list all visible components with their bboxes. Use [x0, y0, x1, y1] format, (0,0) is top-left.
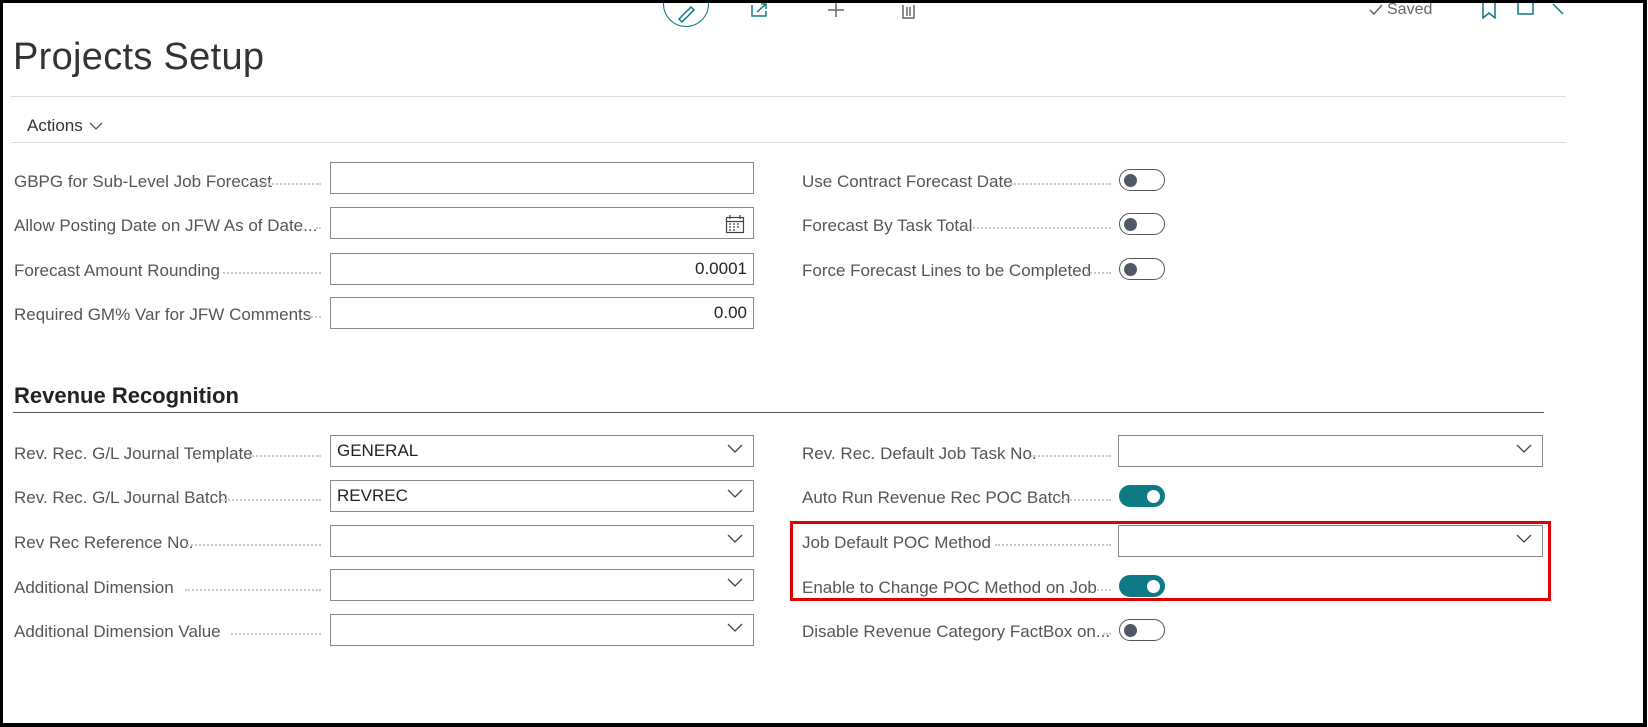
- field-label-additional-dimension-value: Additional Dimension Value: [14, 622, 221, 641]
- bookmark-icon[interactable]: [1481, 3, 1497, 19]
- add-icon[interactable]: [825, 3, 847, 19]
- field-label-allow-posting-date: Allow Posting Date on JFW As of Date...: [14, 216, 318, 235]
- auto-run-revenue-rec-poc-batch-toggle[interactable]: [1119, 485, 1165, 507]
- chevron-down-icon[interactable]: [727, 578, 743, 588]
- field-label-rev-rec-reference-no: Rev Rec Reference No.: [14, 533, 194, 552]
- field-label-auto-run-revenue-rec-poc-batch: Auto Run Revenue Rec POC Batch: [802, 488, 1071, 507]
- page-frame: Saved Projects Setup Actions GBPG for Su…: [0, 0, 1647, 727]
- toggle-knob: [1124, 218, 1137, 231]
- additional-dimension-value-select[interactable]: [330, 614, 754, 646]
- forecast-amount-rounding-value: 0.0001: [695, 259, 747, 278]
- calendar-icon[interactable]: [725, 214, 745, 234]
- leader-dots: [231, 633, 321, 635]
- leader-dots: [1087, 272, 1111, 274]
- open-new-window-icon[interactable]: [1517, 3, 1535, 17]
- additional-dimension-select[interactable]: [330, 569, 754, 601]
- title-divider: [11, 96, 1566, 97]
- chevron-down-icon[interactable]: [727, 444, 743, 454]
- gbpg-input[interactable]: [330, 162, 754, 194]
- field-label-use-contract-forecast-date: Use Contract Forecast Date: [802, 172, 1013, 191]
- share-icon[interactable]: [749, 3, 771, 19]
- page-title: Projects Setup: [13, 36, 265, 78]
- field-label-additional-dimension: Additional Dimension: [14, 578, 174, 597]
- forecast-by-task-total-toggle[interactable]: [1119, 213, 1165, 235]
- leader-dots: [185, 589, 321, 591]
- field-label-disable-revenue-category-factbox: Disable Revenue Category FactBox on...: [802, 622, 1111, 641]
- field-label-gbpg: GBPG for Sub-Level Job Forecast: [14, 172, 272, 191]
- actions-label: Actions: [27, 116, 83, 135]
- field-label-forecast-amount-rounding: Forecast Amount Rounding: [14, 261, 221, 280]
- required-gm-var-value: 0.00: [713, 303, 747, 322]
- leader-dots: [187, 544, 321, 546]
- rev-rec-default-job-task-no-select[interactable]: [1118, 435, 1543, 467]
- field-label-rev-rec-journal-template: Rev. Rec. G/L Journal Template: [14, 444, 253, 463]
- rev-rec-reference-no-select[interactable]: [330, 525, 754, 557]
- rev-rec-journal-batch-select[interactable]: REVREC: [330, 480, 754, 512]
- force-forecast-lines-toggle[interactable]: [1119, 258, 1165, 280]
- leader-dots: [249, 455, 321, 457]
- field-label-force-forecast-lines: Force Forecast Lines to be Completed: [802, 261, 1092, 280]
- chevron-down-icon[interactable]: [727, 623, 743, 633]
- collapse-icon[interactable]: [1551, 3, 1565, 19]
- leader-dots: [308, 316, 321, 318]
- toggle-knob: [1124, 174, 1137, 187]
- toggle-knob: [1124, 624, 1137, 637]
- forecast-amount-rounding-input[interactable]: 0.0001: [330, 253, 754, 285]
- field-label-rev-rec-default-job-task-no: Rev. Rec. Default Job Task No.: [802, 444, 1037, 463]
- top-toolbar: Saved: [3, 3, 1643, 33]
- leader-dots: [316, 227, 321, 229]
- section-title-revenue-recognition[interactable]: Revenue Recognition: [14, 383, 239, 409]
- leader-dots: [221, 499, 321, 501]
- actions-menu-button[interactable]: Actions: [27, 116, 103, 136]
- leader-dots: [1031, 455, 1111, 457]
- saved-label: Saved: [1387, 1, 1433, 18]
- chevron-down-icon[interactable]: [727, 489, 743, 499]
- delete-icon[interactable]: [899, 3, 919, 21]
- highlight-box: [790, 521, 1551, 601]
- edit-icon[interactable]: [663, 3, 709, 27]
- rev-rec-journal-template-select[interactable]: GENERAL: [330, 435, 754, 467]
- chevron-down-icon: [89, 122, 103, 130]
- section-divider: [13, 412, 1544, 413]
- field-label-required-gm-var: Required GM% Var for JFW Comments: [14, 305, 312, 324]
- chevron-down-icon[interactable]: [727, 534, 743, 544]
- checkmark-icon: [1369, 4, 1383, 16]
- chevron-down-icon[interactable]: [1516, 444, 1532, 454]
- actions-divider: [11, 142, 1566, 143]
- toggle-knob: [1124, 263, 1137, 276]
- leader-dots: [223, 272, 321, 274]
- allow-posting-date-input[interactable]: [330, 207, 754, 239]
- field-label-forecast-by-task-total: Forecast By Task Total: [802, 216, 973, 235]
- required-gm-var-input[interactable]: 0.00: [330, 297, 754, 329]
- saved-status: Saved: [1369, 1, 1433, 19]
- rev-rec-journal-template-value: GENERAL: [337, 441, 419, 460]
- leader-dots: [973, 227, 1111, 229]
- rev-rec-journal-batch-value: REVREC: [337, 486, 408, 505]
- toggle-knob: [1147, 490, 1160, 503]
- field-label-rev-rec-journal-batch: Rev. Rec. G/L Journal Batch: [14, 488, 228, 507]
- leader-dots: [1059, 499, 1111, 501]
- leader-dots: [1011, 183, 1111, 185]
- leader-dots: [1103, 633, 1111, 635]
- leader-dots: [261, 183, 321, 185]
- disable-revenue-category-factbox-toggle[interactable]: [1119, 619, 1165, 641]
- use-contract-forecast-date-toggle[interactable]: [1119, 169, 1165, 191]
